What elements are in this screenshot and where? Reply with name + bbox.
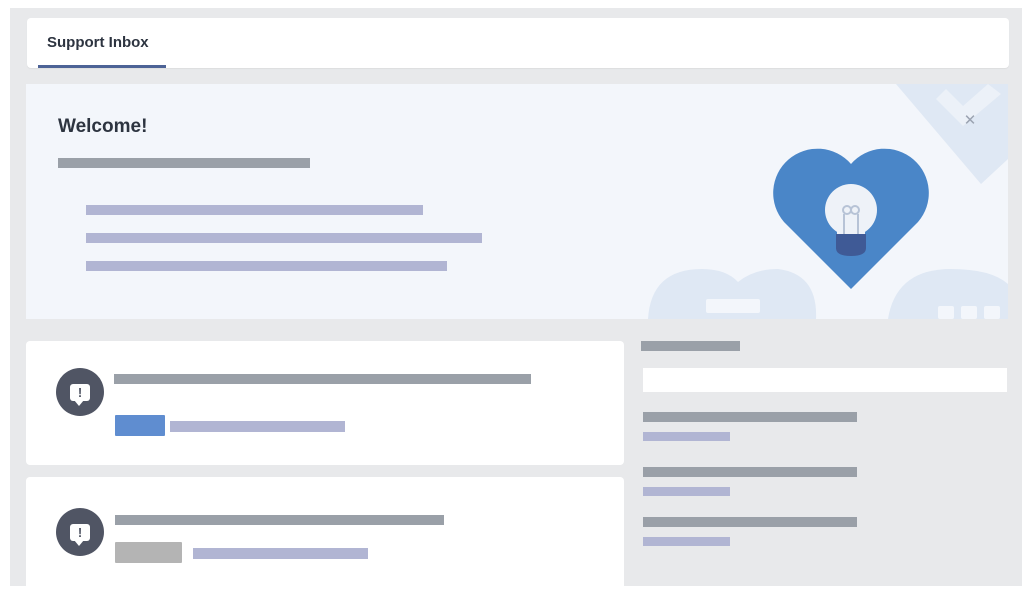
close-icon: ✕: [963, 111, 977, 129]
alert-bubble: !: [70, 383, 90, 406]
sidebar-item-meta-placeholder: [643, 537, 730, 546]
welcome-banner: Welcome! ✕: [26, 84, 1008, 319]
app-frame: Support Inbox Welcome! ✕ ! !: [10, 8, 1022, 592]
sidebar-heading-placeholder: [641, 341, 740, 351]
sidebar-item-meta-placeholder: [643, 432, 730, 441]
inbox-card[interactable]: !: [26, 341, 624, 465]
active-tab-indicator: [38, 65, 166, 68]
card-meta-placeholder: [193, 548, 368, 559]
subtitle-placeholder: [58, 158, 310, 168]
sidebar-item-title-placeholder: [643, 517, 857, 527]
tab-bar: Support Inbox: [27, 18, 1009, 68]
sidebar-item-title-placeholder: [643, 412, 857, 422]
welcome-title: Welcome!: [58, 116, 148, 137]
heart-lightbulb-icon: [773, 148, 929, 289]
sidebar-item-meta-placeholder: [643, 487, 730, 496]
alert-message-icon: !: [56, 368, 104, 416]
sidebar-list-item[interactable]: [643, 517, 857, 547]
status-tag: [115, 415, 165, 436]
list-line-placeholder: [86, 261, 447, 271]
sidebar-list-item[interactable]: [643, 412, 857, 442]
list-line-placeholder: [86, 205, 423, 215]
sidebar-list-item[interactable]: [643, 467, 857, 497]
sidebar-search-input[interactable]: [643, 368, 1007, 392]
list-line-placeholder: [86, 233, 482, 243]
tab-support-inbox[interactable]: Support Inbox: [38, 18, 166, 68]
status-tag: [115, 542, 182, 563]
tab-label: Support Inbox: [47, 34, 149, 51]
card-meta-placeholder: [170, 421, 345, 432]
alert-bubble: !: [70, 523, 90, 546]
sidebar-item-title-placeholder: [643, 467, 857, 477]
banner-decoration: [648, 84, 1008, 319]
inbox-card[interactable]: !: [26, 477, 624, 592]
card-title-placeholder: [114, 374, 531, 384]
alert-message-icon: !: [56, 508, 104, 556]
card-title-placeholder: [115, 515, 444, 525]
close-banner-button[interactable]: ✕: [962, 112, 978, 128]
